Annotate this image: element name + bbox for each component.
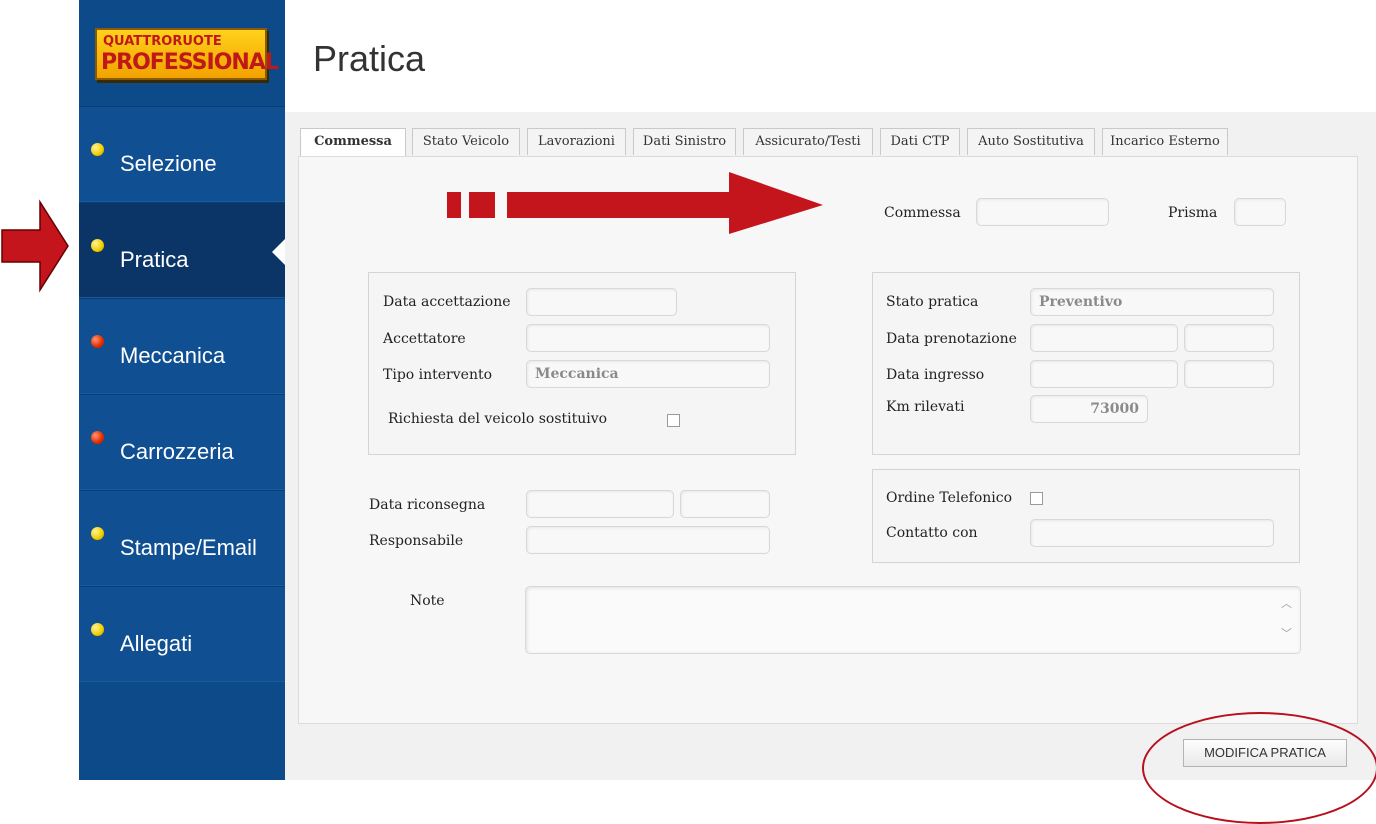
responsabile-field[interactable] (526, 526, 770, 554)
ordine-telefonico-checkbox[interactable] (1030, 492, 1043, 505)
commessa-field[interactable] (976, 198, 1109, 226)
data-ingresso-field[interactable] (1030, 360, 1178, 388)
richiesta-veicolo-checkbox[interactable] (667, 414, 680, 427)
status-dot-icon (91, 623, 104, 636)
sidebar-item-carrozzeria[interactable]: Carrozzeria (79, 394, 285, 490)
sidebar-item-label: Meccanica (120, 343, 226, 368)
sidebar-item-label: Carrozzeria (120, 439, 234, 464)
tab-incarico-esterno[interactable]: Incarico Esterno (1102, 128, 1228, 155)
annotation-arrow-icon (447, 172, 823, 234)
data-accettazione-field[interactable] (526, 288, 677, 316)
status-dot-icon (91, 335, 104, 348)
status-dot-icon (91, 143, 104, 156)
ora-prenotazione-field[interactable] (1184, 324, 1274, 352)
tab-stato-veicolo[interactable]: Stato Veicolo (412, 128, 520, 155)
ora-ingresso-field[interactable] (1184, 360, 1274, 388)
quattroruote-logo: QUATTRORUOTE PROFESSIONAL (95, 28, 279, 80)
responsabile-label: Responsabile (369, 533, 464, 549)
ordine-telefonico-label: Ordine Telefonico (886, 490, 1013, 506)
status-dot-icon (91, 239, 104, 252)
status-dot-icon (91, 527, 104, 540)
data-riconsegna-field[interactable] (526, 490, 674, 518)
logo-line2: PROFESSIONAL (101, 50, 279, 75)
commessa-label: Commessa (884, 205, 961, 221)
tab-lavorazioni[interactable]: Lavorazioni (527, 128, 626, 155)
active-indicator-icon (272, 239, 285, 265)
data-riconsegna-label: Data riconsegna (369, 497, 486, 513)
sidebar: QUATTRORUOTE PROFESSIONAL Selezione Prat… (79, 0, 285, 780)
richiesta-veicolo-label: Richiesta del veicolo sostituivo (388, 411, 608, 427)
accettatore-label: Accettatore (383, 331, 466, 347)
contatto-con-label: Contatto con (886, 525, 978, 541)
sidebar-item-stampe-email[interactable]: Stampe/Email (79, 490, 285, 586)
stato-pratica-label: Stato pratica (886, 294, 979, 310)
scroll-up-icon[interactable]: ︿ (1281, 595, 1292, 611)
sidebar-item-label: Stampe/Email (120, 535, 257, 560)
tipo-intervento-label: Tipo intervento (383, 367, 493, 383)
data-prenotazione-field[interactable] (1030, 324, 1178, 352)
prisma-label: Prisma (1168, 205, 1218, 221)
sidebar-item-selezione[interactable]: Selezione (79, 106, 285, 202)
sidebar-item-label: Selezione (120, 151, 217, 176)
sidebar-item-label: Allegati (120, 631, 193, 656)
tab-dati-ctp[interactable]: Dati CTP (880, 128, 960, 155)
data-prenotazione-label: Data prenotazione (886, 331, 1017, 347)
tab-commessa[interactable]: Commessa (300, 128, 406, 157)
data-accettazione-label: Data accettazione (383, 294, 511, 310)
contact-group (872, 469, 1300, 563)
accettatore-field[interactable] (526, 324, 770, 352)
sidebar-item-pratica[interactable]: Pratica (79, 202, 285, 298)
ora-riconsegna-field[interactable] (680, 490, 770, 518)
annotation-ellipse (1142, 712, 1376, 824)
scroll-down-icon[interactable]: ﹀ (1281, 625, 1292, 641)
data-ingresso-label: Data ingresso (886, 367, 985, 383)
tab-assicurato-testi[interactable]: Assicurato/Testi (743, 128, 873, 155)
note-label: Note (410, 593, 445, 609)
sidebar-item-meccanica[interactable]: Meccanica (79, 298, 285, 394)
status-dot-icon (91, 431, 104, 444)
stato-pratica-field[interactable]: Preventivo (1030, 288, 1274, 316)
prisma-field[interactable] (1234, 198, 1286, 226)
sidebar-item-allegati[interactable]: Allegati (79, 586, 285, 682)
contatto-con-field[interactable] (1030, 519, 1274, 547)
tab-auto-sostitutiva[interactable]: Auto Sostitutiva (967, 128, 1095, 155)
note-textarea[interactable]: ︿ ﹀ (525, 586, 1301, 654)
tab-dati-sinistro[interactable]: Dati Sinistro (633, 128, 736, 155)
sidebar-item-label: Pratica (120, 247, 189, 272)
logo-line1: QUATTRORUOTE (103, 34, 222, 49)
km-rilevati-field[interactable]: 73000 (1030, 395, 1148, 423)
tipo-intervento-field[interactable]: Meccanica (526, 360, 770, 388)
page-title: Pratica (313, 38, 426, 79)
annotation-arrow-icon (1, 199, 69, 293)
km-rilevati-label: Km rilevati (886, 399, 965, 415)
logo-area: QUATTRORUOTE PROFESSIONAL (79, 0, 285, 98)
